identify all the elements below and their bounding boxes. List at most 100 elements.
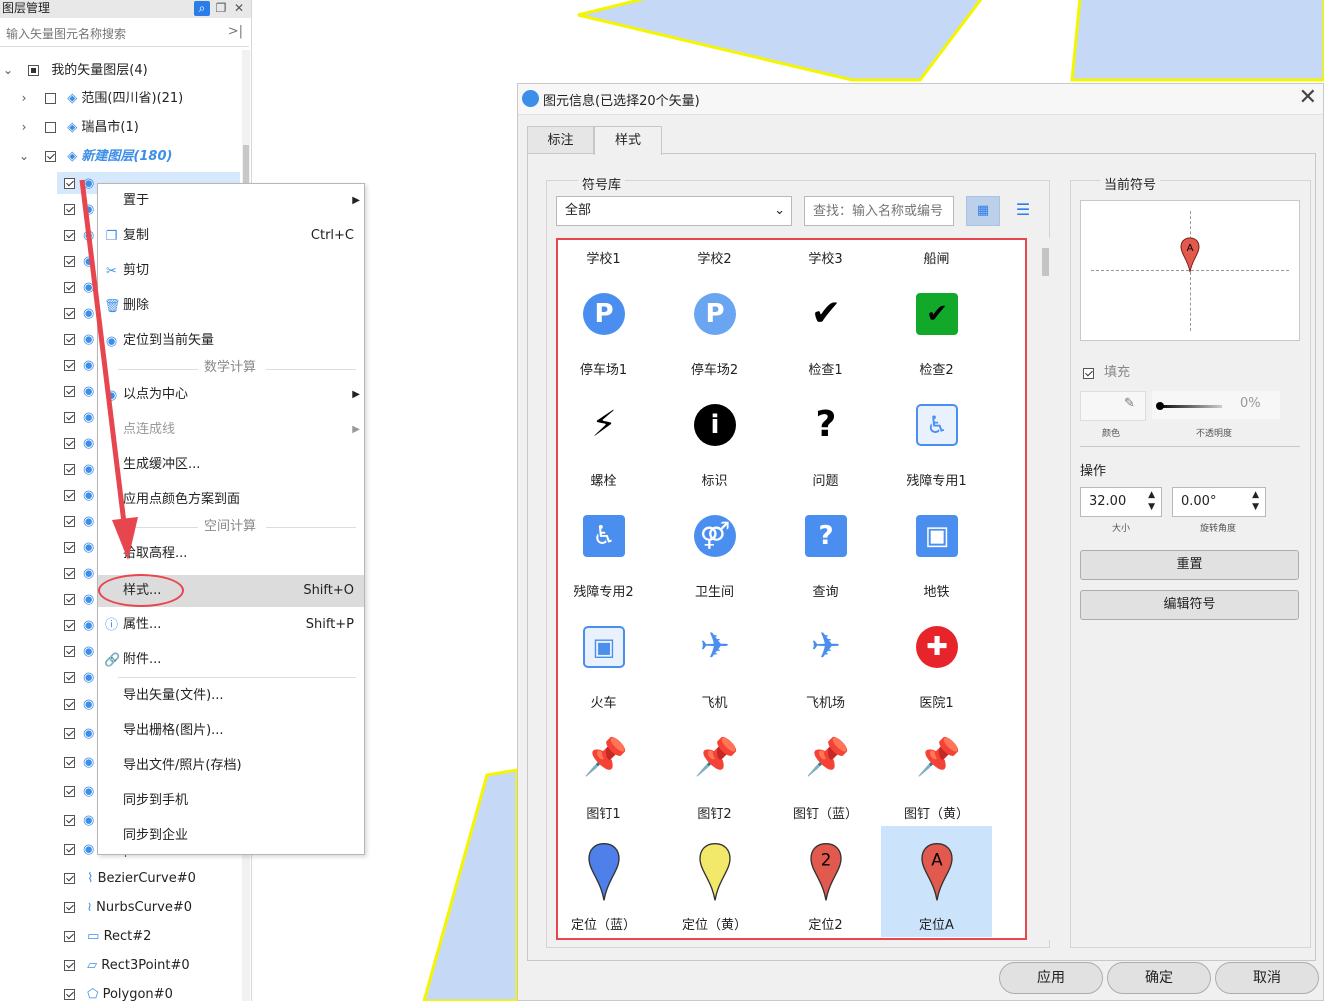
tree-checkbox[interactable] <box>64 931 75 942</box>
symbol-cell[interactable]: 📌 图钉2 <box>659 715 770 826</box>
tree-item[interactable]: ◉ <box>64 639 94 665</box>
grid-view-icon[interactable]: ▦ <box>966 196 1000 226</box>
tree-checkbox[interactable] <box>64 594 75 605</box>
opacity-slider[interactable]: 0% <box>1152 391 1280 419</box>
tree-item[interactable]: ≀ NurbsCurve#0 <box>64 895 192 921</box>
tree-item[interactable]: ◉ <box>64 613 94 639</box>
tree-checkbox[interactable] <box>64 620 75 631</box>
tree-item[interactable]: ◉ <box>64 692 94 718</box>
chevron-down-icon[interactable]: ⌄ <box>18 143 30 169</box>
tree-checkbox[interactable] <box>64 873 75 884</box>
symbol-cell[interactable]: ♿ 残障专用2 <box>558 493 659 604</box>
tree-layer[interactable]: ⌄ ◈ 新建图层(180) <box>18 143 172 169</box>
menu-item-sync-enterprise[interactable]: 同步到企业 <box>98 821 364 851</box>
symbol-library-select[interactable]: 全部 ⌄ <box>556 196 792 226</box>
tree-checkbox[interactable] <box>45 122 57 133</box>
tree-item[interactable]: ⌇ BezierCurve#0 <box>64 866 196 892</box>
tree-checkbox[interactable] <box>64 844 75 855</box>
close-icon[interactable]: ✕ <box>1299 86 1317 110</box>
ok-button[interactable]: 确定 <box>1107 962 1211 994</box>
tree-item[interactable]: ▭ Rect#2 <box>64 924 151 950</box>
symbol-cell[interactable]: 定位（黄） <box>659 826 770 937</box>
symbol-cell[interactable]: ✈ 飞机 <box>659 604 770 715</box>
eyedropper-icon[interactable]: ✎ <box>1124 396 1135 411</box>
symbol-cell[interactable]: 定位（蓝） <box>558 826 659 937</box>
symbol-cell[interactable]: ? 问题 <box>770 382 881 493</box>
chevron-down-icon[interactable]: ⌄ <box>2 57 14 83</box>
symbol-cell[interactable]: 📌 图钉（黄） <box>881 715 992 826</box>
symbol-cell[interactable]: ⚡ 螺栓 <box>558 382 659 493</box>
menu-item-export-vector[interactable]: 导出矢量(文件)... <box>98 681 364 711</box>
tree-item[interactable]: ◉ <box>64 665 94 691</box>
symbol-cell[interactable]: 学校1 <box>558 240 659 271</box>
tree-item[interactable]: ◉ <box>64 721 94 747</box>
symbol-scrollbar[interactable] <box>1041 238 1050 940</box>
tree-root[interactable]: ⌄ 我的矢量图层(4) <box>2 57 148 83</box>
tree-checkbox[interactable] <box>64 786 75 797</box>
menu-item-properties[interactable]: ⓘ 属性... Shift+P <box>98 610 364 640</box>
tree-checkbox[interactable] <box>64 960 75 971</box>
symbol-cell[interactable]: ✔ 检查1 <box>770 271 881 382</box>
tree-item[interactable]: ▱ Rect3Point#0 <box>64 953 190 979</box>
tree-checkbox[interactable] <box>64 757 75 768</box>
symbol-cell[interactable]: 学校2 <box>659 240 770 271</box>
collapse-icon[interactable]: >| <box>228 24 243 39</box>
list-view-icon[interactable]: ☰ <box>1008 196 1038 226</box>
tree-checkbox[interactable] <box>64 699 75 710</box>
size-spinner[interactable]: 32.00 ▲ ▼ <box>1080 487 1162 517</box>
symbol-cell[interactable]: ✈ 飞机场 <box>770 604 881 715</box>
symbol-cell[interactable]: ? 查询 <box>770 493 881 604</box>
tree-item[interactable]: ◉ <box>64 750 94 776</box>
symbol-cell[interactable]: P 停车场1 <box>558 271 659 382</box>
menu-item-export-raster[interactable]: 导出栅格(图片)... <box>98 716 364 746</box>
tree-item[interactable]: ◉ <box>64 837 94 863</box>
scrollbar-thumb[interactable] <box>1042 248 1049 276</box>
menu-item-export-archive[interactable]: 导出文件/照片(存档) <box>98 751 364 781</box>
spinner-arrows-icon[interactable]: ▲ ▼ <box>1148 489 1155 513</box>
chevron-right-icon[interactable]: › <box>18 114 30 140</box>
symbol-search-input[interactable] <box>804 196 954 226</box>
fill-checkbox[interactable] <box>1083 368 1094 379</box>
layer-search-input[interactable] <box>4 25 228 43</box>
edit-symbol-button[interactable]: 编辑符号 <box>1080 590 1299 620</box>
tree-checkbox[interactable] <box>64 728 75 739</box>
tree-checkbox[interactable] <box>64 646 75 657</box>
symbol-cell[interactable]: 学校3 <box>770 240 881 271</box>
tree-checkbox[interactable] <box>64 672 75 683</box>
close-icon[interactable]: ✕ <box>231 1 247 16</box>
tree-checkbox[interactable] <box>64 989 75 1000</box>
restore-icon[interactable]: ❐ <box>213 1 229 16</box>
tree-item[interactable]: ◉ <box>64 808 94 834</box>
tree-layer[interactable]: › ◈ 瑞昌市(1) <box>18 114 139 140</box>
tree-checkbox[interactable] <box>64 902 75 913</box>
symbol-cell[interactable]: ⚤ 卫生间 <box>659 493 770 604</box>
color-picker[interactable]: ✎ <box>1080 391 1146 421</box>
cancel-button[interactable]: 取消 <box>1215 962 1319 994</box>
symbol-cell[interactable]: P 停车场2 <box>659 271 770 382</box>
symbol-cell[interactable]: ✚ 医院1 <box>881 604 992 715</box>
tree-item[interactable]: ⬠ Polygon#0 <box>64 982 173 1008</box>
tree-checkbox[interactable] <box>45 151 57 162</box>
chevron-right-icon[interactable]: › <box>18 85 30 111</box>
tree-layer[interactable]: › ◈ 范围(四川省)(21) <box>18 85 184 111</box>
tab-style[interactable]: 样式 <box>594 126 662 155</box>
opacity-track[interactable] <box>1158 405 1222 408</box>
menu-item-attachment[interactable]: 🔗 附件... <box>98 645 364 675</box>
reset-button[interactable]: 重置 <box>1080 550 1299 580</box>
tree-checkbox[interactable] <box>45 93 57 104</box>
tree-checkbox[interactable] <box>64 815 75 826</box>
symbol-cell[interactable]: ▣ 火车 <box>558 604 659 715</box>
symbol-cell[interactable]: 📌 图钉（蓝） <box>770 715 881 826</box>
symbol-cell[interactable]: ✔ 检查2 <box>881 271 992 382</box>
apply-button[interactable]: 应用 <box>999 962 1103 994</box>
symbol-cell[interactable]: A 定位A <box>881 826 992 937</box>
tree-item[interactable]: ◉ <box>64 779 94 805</box>
symbol-cell[interactable]: ♿ 残障专用1 <box>881 382 992 493</box>
symbol-cell[interactable]: 船闸 <box>881 240 992 271</box>
symbol-cell[interactable]: ▣ 地铁 <box>881 493 992 604</box>
tab-label[interactable]: 标注 <box>527 126 594 154</box>
opacity-handle[interactable] <box>1156 402 1164 410</box>
symbol-cell[interactable]: 2 定位2 <box>770 826 881 937</box>
symbol-cell[interactable]: 📌 图钉1 <box>558 715 659 826</box>
tree-item[interactable]: ◉ <box>64 587 94 613</box>
